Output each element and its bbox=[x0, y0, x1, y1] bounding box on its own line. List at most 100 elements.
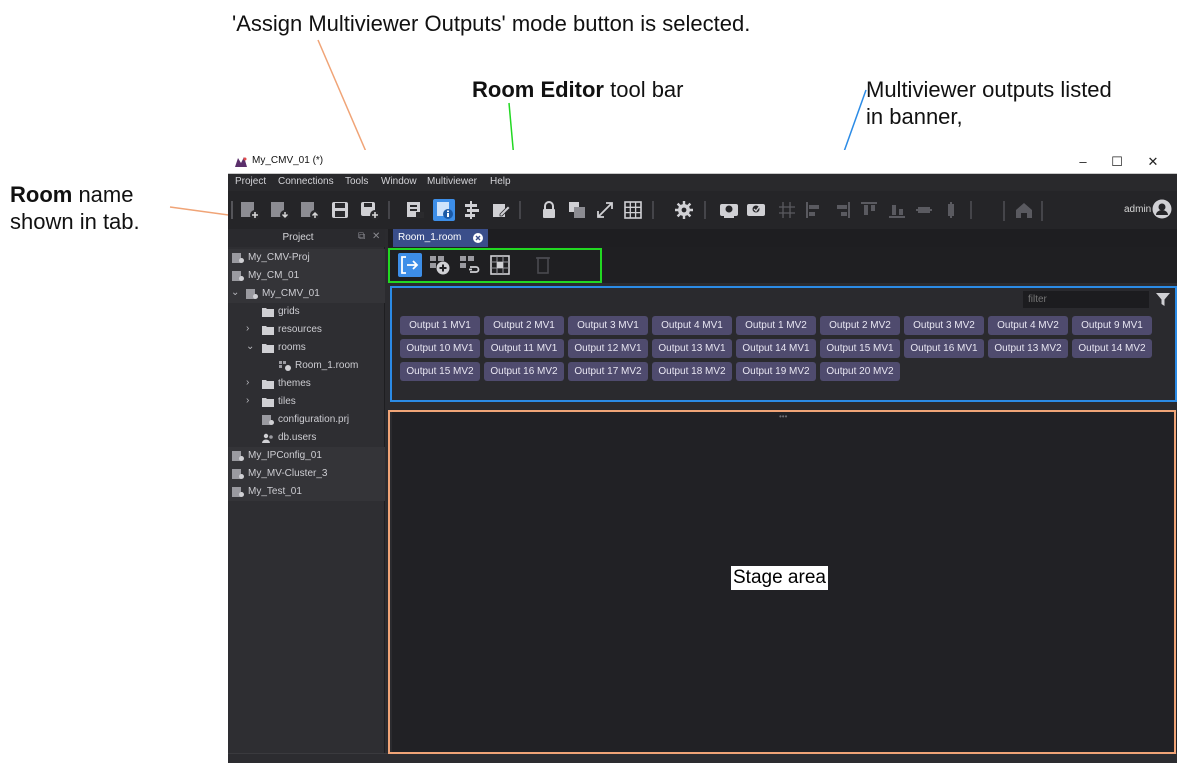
edit-icon[interactable] bbox=[490, 199, 512, 221]
project-panel: Project ⧉ ✕ My_CMV-Proj My_CM_01 ⌄ My_CM… bbox=[228, 229, 385, 763]
output-button[interactable]: Output 14 MV1 bbox=[736, 339, 816, 358]
save-icon[interactable] bbox=[329, 199, 351, 221]
output-button[interactable]: Output 15 MV1 bbox=[820, 339, 900, 358]
project-panel-header: Project ⧉ ✕ bbox=[228, 229, 385, 247]
align-right-icon[interactable] bbox=[831, 199, 853, 221]
open-project-icon[interactable] bbox=[269, 199, 291, 221]
import-project-icon[interactable] bbox=[299, 199, 321, 221]
minimize-button[interactable]: – bbox=[1068, 152, 1098, 172]
grid-select-icon[interactable] bbox=[488, 253, 512, 277]
add-tile-icon[interactable] bbox=[428, 253, 452, 277]
link-tiles-icon[interactable] bbox=[458, 253, 482, 277]
annotation-outputs-line1: Multiviewer outputs listed bbox=[866, 77, 1112, 102]
tree-item-my-ipconfig-01[interactable]: My_IPConfig_01 bbox=[228, 447, 385, 465]
output-button[interactable]: Output 3 MV2 bbox=[904, 316, 984, 335]
output-button[interactable]: Output 17 MV2 bbox=[568, 362, 648, 381]
toolbar-separator bbox=[519, 201, 521, 219]
annotation-outputs-line2: in banner, bbox=[866, 104, 963, 129]
tree-item-themes[interactable]: › themes bbox=[228, 375, 385, 393]
tree-item-my-cmv-01[interactable]: ⌄ My_CMV_01 bbox=[228, 285, 385, 303]
grid-icon[interactable] bbox=[622, 199, 644, 221]
chevron-right-icon[interactable]: › bbox=[246, 395, 249, 406]
user-avatar-icon[interactable] bbox=[1152, 199, 1172, 219]
tree-item-grids[interactable]: grids bbox=[228, 303, 385, 321]
output-button[interactable]: Output 14 MV2 bbox=[1072, 339, 1152, 358]
output-button[interactable]: Output 13 MV1 bbox=[652, 339, 732, 358]
align-bottom-icon[interactable] bbox=[886, 199, 908, 221]
new-project-icon[interactable] bbox=[239, 199, 261, 221]
close-button[interactable]: ✕ bbox=[1138, 152, 1168, 172]
output-button[interactable]: Output 1 MV2 bbox=[736, 316, 816, 335]
output-button[interactable]: Output 4 MV2 bbox=[988, 316, 1068, 335]
float-panel-icon[interactable]: ⧉ bbox=[358, 231, 365, 242]
project-info-icon[interactable] bbox=[404, 199, 426, 221]
center-horizontal-icon[interactable] bbox=[913, 199, 935, 221]
menu-multiviewer[interactable]: Multiviewer bbox=[427, 176, 477, 187]
output-button[interactable]: Output 2 MV2 bbox=[820, 316, 900, 335]
tree-item-label: My_CMV-Proj bbox=[248, 252, 310, 263]
tree-item-db-users[interactable]: db.users bbox=[228, 429, 385, 447]
menu-help[interactable]: Help bbox=[490, 176, 511, 187]
output-button[interactable]: Output 16 MV2 bbox=[484, 362, 564, 381]
annotation-room-bold: Room bbox=[10, 182, 73, 207]
save-as-icon[interactable] bbox=[359, 199, 381, 221]
maximize-button[interactable]: ☐ bbox=[1102, 152, 1132, 172]
menu-window[interactable]: Window bbox=[381, 176, 417, 187]
title-bar: My_CMV_01 (*) – ☐ ✕ bbox=[228, 150, 1177, 174]
chevron-down-icon[interactable]: ⌄ bbox=[231, 287, 239, 298]
chevron-right-icon[interactable]: › bbox=[246, 377, 249, 388]
deploy-all-icon[interactable] bbox=[745, 199, 767, 221]
align-left-icon[interactable] bbox=[803, 199, 825, 221]
tree-item-my-mv-cluster-3[interactable]: My_MV-Cluster_3 bbox=[228, 465, 385, 483]
tree-item-tiles[interactable]: › tiles bbox=[228, 393, 385, 411]
align-top-icon[interactable] bbox=[858, 199, 880, 221]
output-button[interactable]: Output 16 MV1 bbox=[904, 339, 984, 358]
tree-item-resources[interactable]: › resources bbox=[228, 321, 385, 339]
tab-close-icon[interactable] bbox=[473, 233, 483, 243]
room-icon[interactable] bbox=[433, 199, 455, 221]
tree-item-configuration[interactable]: configuration.prj bbox=[228, 411, 385, 429]
lock-icon[interactable] bbox=[538, 199, 560, 221]
output-button[interactable]: Output 13 MV2 bbox=[988, 339, 1068, 358]
snap-grid-icon[interactable] bbox=[776, 199, 798, 221]
output-button[interactable]: Output 3 MV1 bbox=[568, 316, 648, 335]
output-button[interactable]: Output 4 MV1 bbox=[652, 316, 732, 335]
close-panel-icon[interactable]: ✕ bbox=[372, 231, 380, 242]
assign-multiviewer-outputs-icon[interactable] bbox=[398, 253, 422, 277]
output-button[interactable]: Output 15 MV2 bbox=[400, 362, 480, 381]
splitter-handle-icon[interactable]: ••• bbox=[779, 412, 787, 421]
output-button[interactable]: Output 19 MV2 bbox=[736, 362, 816, 381]
stage-area[interactable]: ••• Stage area bbox=[392, 412, 1177, 752]
toolbar-separator bbox=[388, 201, 390, 219]
output-button[interactable]: Output 1 MV1 bbox=[400, 316, 480, 335]
tree-item-room-1[interactable]: Room_1.room bbox=[228, 357, 385, 375]
menu-tools[interactable]: Tools bbox=[345, 176, 368, 187]
output-button[interactable]: Output 9 MV1 bbox=[1072, 316, 1152, 335]
tree-item-my-cmv-proj[interactable]: My_CMV-Proj bbox=[228, 249, 385, 267]
output-button[interactable]: Output 2 MV1 bbox=[484, 316, 564, 335]
delete-icon[interactable] bbox=[531, 253, 555, 277]
chevron-right-icon[interactable]: › bbox=[246, 323, 249, 334]
output-button[interactable]: Output 20 MV2 bbox=[820, 362, 900, 381]
output-button[interactable]: Output 11 MV1 bbox=[484, 339, 564, 358]
app-logo-icon bbox=[235, 157, 247, 167]
output-button[interactable]: Output 18 MV2 bbox=[652, 362, 732, 381]
fullscreen-icon[interactable] bbox=[594, 199, 616, 221]
tree-item-my-cm-01[interactable]: My_CM_01 bbox=[228, 267, 385, 285]
layer-icon[interactable] bbox=[566, 199, 588, 221]
settings-icon[interactable] bbox=[673, 199, 695, 221]
output-button[interactable]: Output 10 MV1 bbox=[400, 339, 480, 358]
tree-item-rooms[interactable]: ⌄ rooms bbox=[228, 339, 385, 357]
tab-room-1[interactable]: Room_1.room bbox=[393, 229, 488, 247]
output-button[interactable]: Output 12 MV1 bbox=[568, 339, 648, 358]
center-vertical-icon[interactable] bbox=[940, 199, 962, 221]
chevron-down-icon[interactable]: ⌄ bbox=[246, 341, 254, 352]
align-icon[interactable] bbox=[461, 199, 483, 221]
tree-item-my-test-01[interactable]: My_Test_01 bbox=[228, 483, 385, 501]
home-icon[interactable] bbox=[1013, 199, 1035, 221]
filter-icon[interactable] bbox=[1154, 290, 1172, 308]
menu-project[interactable]: Project bbox=[235, 176, 266, 187]
filter-input[interactable] bbox=[1023, 291, 1149, 308]
menu-connections[interactable]: Connections bbox=[278, 176, 334, 187]
deploy-icon[interactable] bbox=[718, 199, 740, 221]
